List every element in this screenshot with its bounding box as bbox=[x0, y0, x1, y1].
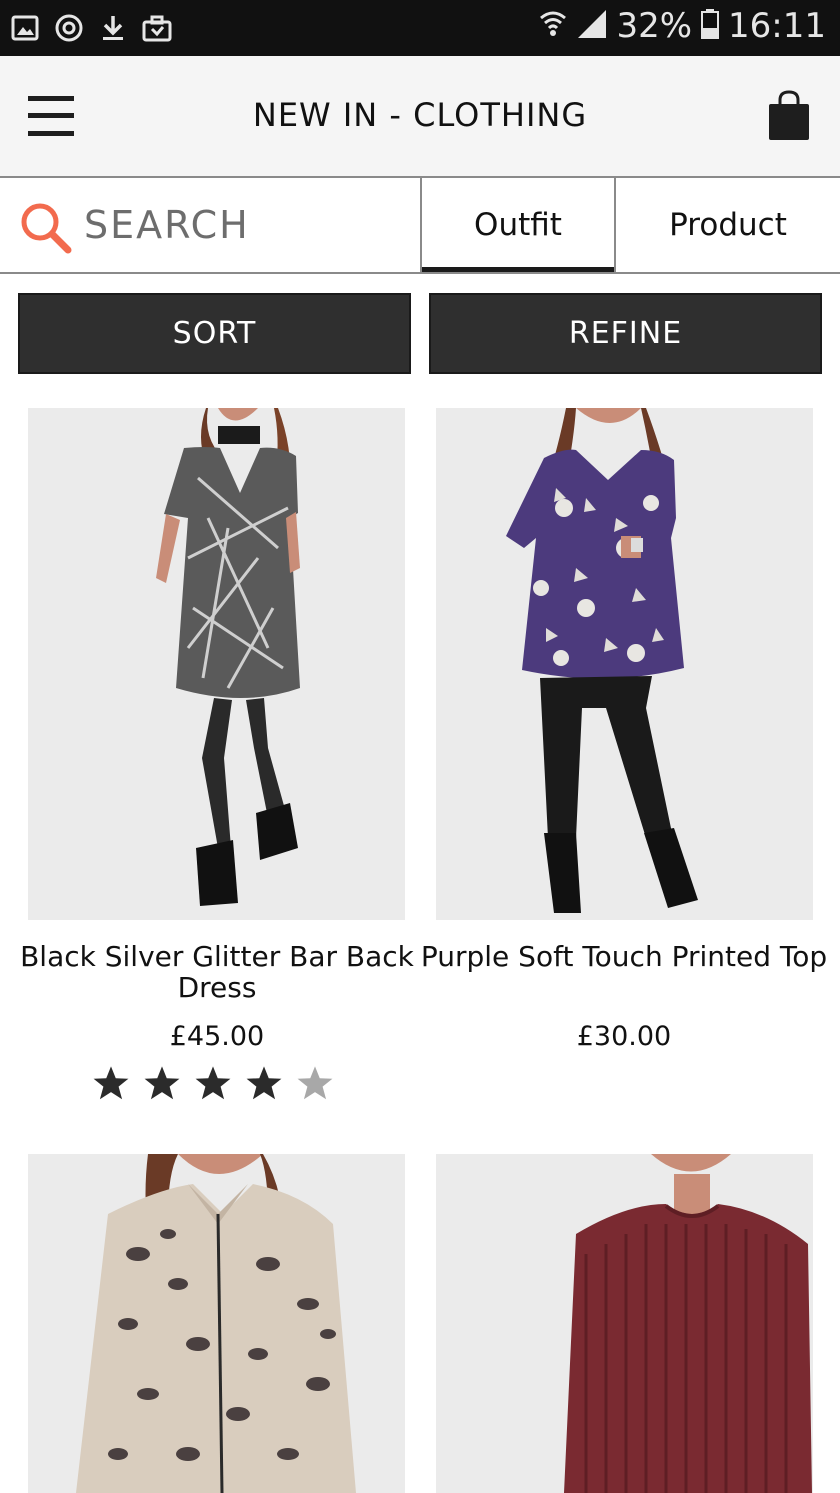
star-empty-icon bbox=[297, 1066, 333, 1100]
star-filled-icon bbox=[93, 1066, 129, 1100]
product-name-1[interactable]: Black Silver Glitter Bar Back Dress bbox=[7, 941, 427, 1003]
product-image-3[interactable] bbox=[28, 1154, 405, 1493]
product-price-1: £45.00 bbox=[169, 1021, 265, 1052]
download-icon bbox=[98, 10, 128, 46]
status-bar-notification-icons bbox=[10, 10, 172, 46]
sort-button[interactable]: SORT bbox=[18, 293, 411, 374]
sync-icon bbox=[54, 10, 84, 46]
product-image-1[interactable] bbox=[28, 408, 405, 920]
product-image-4[interactable] bbox=[436, 1154, 813, 1493]
gallery-icon bbox=[10, 10, 40, 46]
signal-icon bbox=[576, 8, 608, 45]
tab-outfit[interactable]: Outfit bbox=[420, 178, 614, 272]
search-box[interactable] bbox=[0, 178, 420, 272]
search-icon bbox=[18, 200, 72, 254]
status-bar: 32% 16:11 bbox=[0, 0, 840, 56]
tab-product[interactable]: Product bbox=[614, 178, 840, 272]
refine-button[interactable]: REFINE bbox=[429, 293, 822, 374]
product-image-2[interactable] bbox=[436, 408, 813, 920]
battery-percent: 32% bbox=[616, 6, 693, 46]
product-rating-1 bbox=[92, 1064, 334, 1102]
star-filled-icon bbox=[195, 1066, 231, 1100]
briefcase-icon bbox=[142, 10, 172, 46]
product-name-2[interactable]: Purple Soft Touch Printed Top bbox=[414, 941, 834, 972]
app-header: NEW IN - CLOTHING bbox=[0, 56, 840, 178]
star-filled-icon bbox=[246, 1066, 282, 1100]
status-bar-system-icons: 32% 16:11 bbox=[538, 6, 826, 46]
clock: 16:11 bbox=[728, 6, 826, 46]
shopping-bag-icon[interactable] bbox=[766, 90, 812, 142]
search-and-view-toggle-row: Outfit Product bbox=[0, 178, 840, 274]
battery-icon bbox=[700, 8, 720, 45]
product-price-2: £30.00 bbox=[576, 1021, 672, 1052]
wifi-icon bbox=[538, 8, 568, 45]
star-filled-icon bbox=[144, 1066, 180, 1100]
page-title: NEW IN - CLOTHING bbox=[252, 96, 588, 134]
search-input[interactable] bbox=[84, 200, 404, 250]
